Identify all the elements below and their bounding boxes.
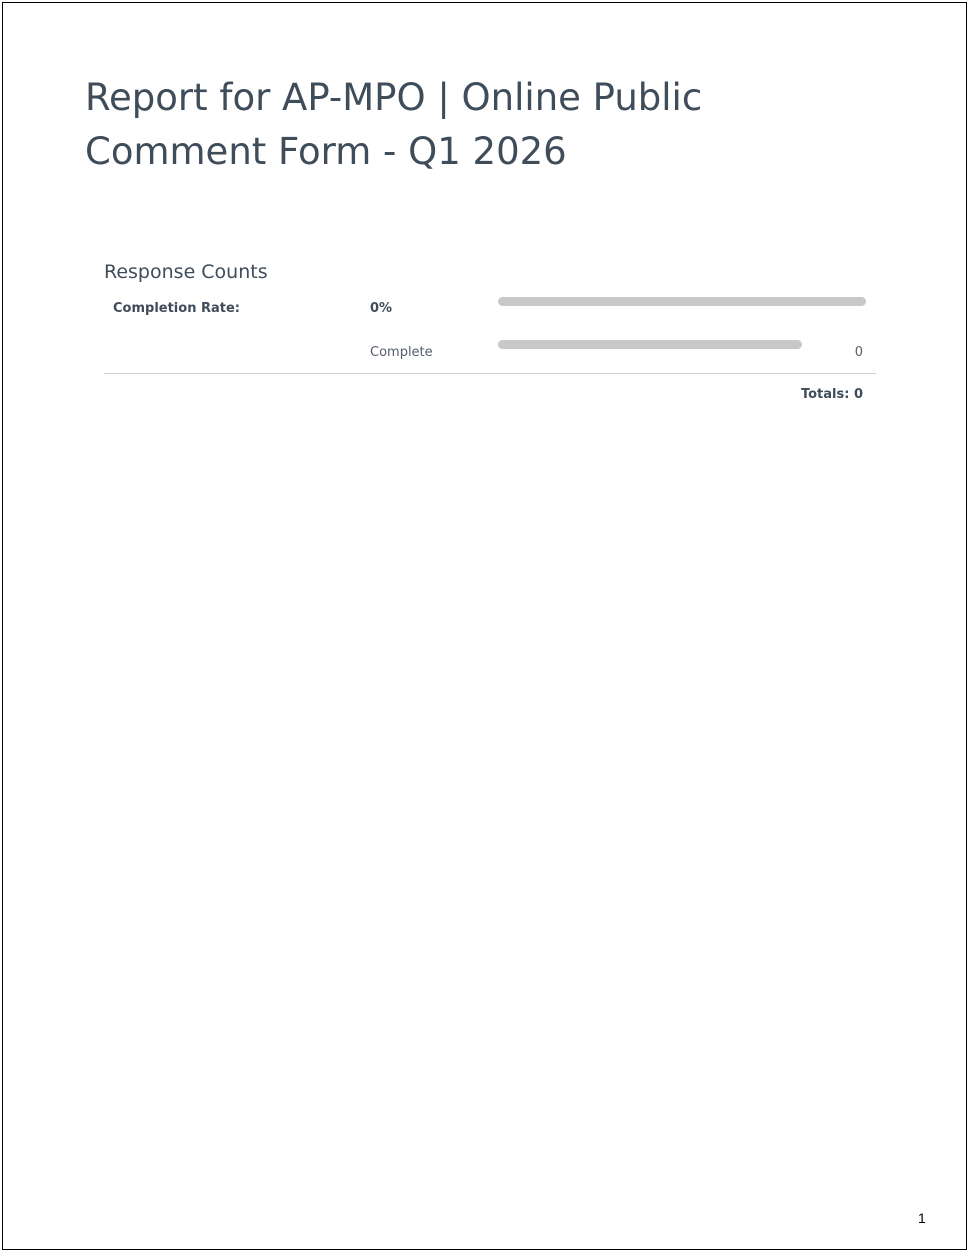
completion-rate-label: Completion Rate: [113,301,240,316]
totals-label: Totals: 0 [800,387,863,402]
complete-bar [498,340,802,349]
page-number: 1 [918,1210,926,1226]
complete-count: 0 [854,345,863,360]
completion-rate-value: 0% [370,301,393,316]
divider [104,373,876,374]
completion-rate-bar [498,297,866,306]
report-page: Report for AP-MPO | Online Public Commen… [2,2,967,1250]
section-title: Response Counts [104,261,268,283]
report-title: Report for AP-MPO | Online Public Commen… [85,76,703,173]
complete-label: Complete [370,345,433,360]
